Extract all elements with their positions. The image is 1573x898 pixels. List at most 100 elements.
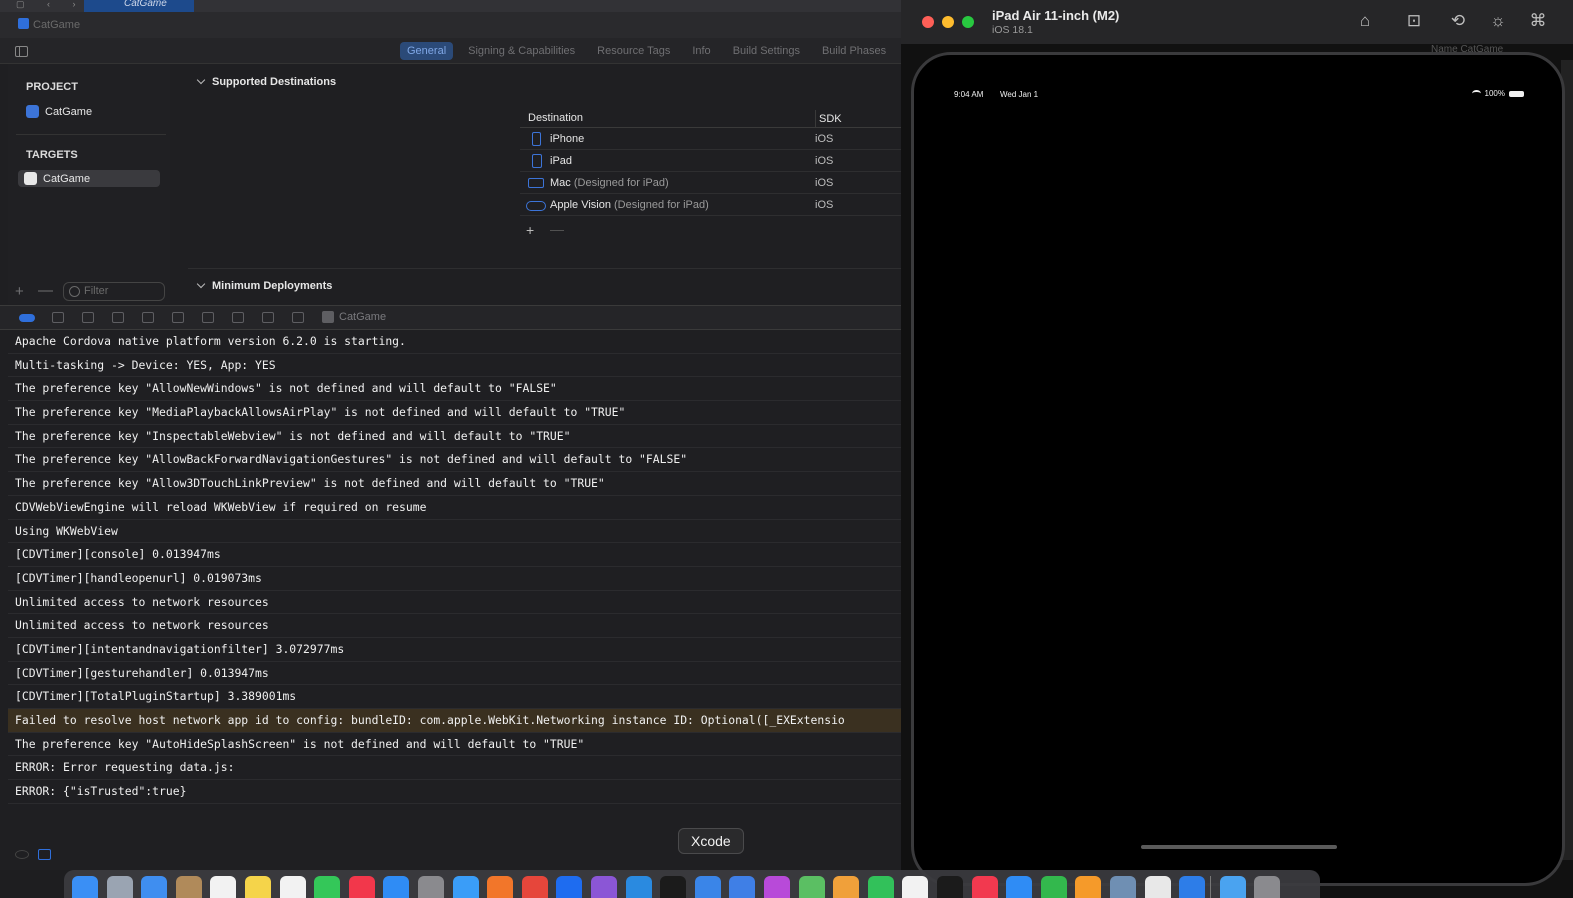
destinations-table: Destination SDK iPhone iOS iPad iOS Mac … [520,110,912,216]
location-arrow-icon[interactable] [292,312,304,323]
destination-sdk: iOS [815,155,834,167]
calendar-icon[interactable] [210,876,237,898]
view-hierarchy-icon[interactable] [172,312,184,323]
pages-icon[interactable] [1075,876,1102,898]
step-over-icon[interactable] [82,312,94,323]
minimum-deployments-header[interactable]: Minimum Deployments [196,279,332,292]
keynote-icon[interactable] [1006,876,1033,898]
target-icon [322,311,334,323]
debug-target[interactable]: CatGame [322,311,386,323]
project-item-label: CatGame [45,105,93,118]
console-output[interactable]: Apache Cordova native platform version 6… [8,330,912,850]
table-row[interactable]: iPad iOS [520,150,912,172]
notes-icon[interactable] [245,876,271,898]
appletv-icon[interactable] [937,876,963,898]
screenshot-icon[interactable]: ⊡ [1403,11,1425,31]
tab-build-settings[interactable]: Build Settings [726,42,807,60]
chevron-down-icon [196,279,206,289]
home-icon[interactable]: ⌂ [1354,11,1376,31]
table-row[interactable]: iPhone iOS [520,128,912,150]
remove-destination-button[interactable]: — [550,221,564,237]
remove-target-button[interactable]: — [38,282,53,299]
affinity-icon[interactable] [764,876,790,898]
project-item[interactable]: CatGame [26,105,92,118]
downloads-folder-icon[interactable] [1219,876,1246,898]
editor-tab-bar: General Signing & Capabilities Resource … [0,38,912,64]
xcode-icon[interactable] [694,876,721,898]
console-line: Apache Cordova native platform version 6… [8,330,912,354]
zoom-button[interactable] [962,16,974,28]
console-line: [CDVTimer][TotalPluginStartup] 3.389001m… [8,685,912,709]
contacts-icon[interactable] [175,876,202,898]
simulator-icon[interactable] [1179,876,1206,898]
sidebar-toggle-icon[interactable] [15,46,28,57]
destination-label: iPad [550,155,573,167]
dropbox-icon[interactable] [556,876,583,898]
minimize-button[interactable] [942,16,954,28]
freeform-icon[interactable] [902,876,929,898]
news-icon[interactable] [348,876,375,898]
vscode-icon[interactable] [625,876,652,898]
ipad-screen[interactable]: 9:04 AM Wed Jan 1 100% [918,59,1558,879]
status-right: 100% [1471,89,1524,98]
eye-icon[interactable] [15,850,29,859]
tab-signing-capabilities[interactable]: Signing & Capabilities [461,42,582,60]
console-line: The preference key "InspectableWebview" … [8,425,912,449]
battery-icon [1509,90,1524,97]
firefox-icon[interactable] [487,876,514,898]
filter-placeholder: Filter [84,285,109,297]
trash-icon[interactable] [1254,876,1281,898]
textedit-icon[interactable] [1144,876,1171,898]
tab-build-phases[interactable]: Build Phases [815,42,893,60]
facetime-icon[interactable] [867,876,894,898]
target-item[interactable]: CatGame [18,170,160,187]
tab-resource-tags[interactable]: Resource Tags [590,42,677,60]
instruments-icon[interactable] [729,876,756,898]
mail-icon[interactable] [141,876,168,898]
console-line: [CDVTimer][handleopenurl] 0.019073ms [8,567,912,591]
supported-destinations-header[interactable]: Supported Destinations [196,75,336,88]
battery-percent: 100% [1484,89,1505,98]
filter-options-icon[interactable] [38,849,51,860]
table-row[interactable]: Apple Vision (Designed for iPad) iOS [520,194,912,216]
visual-studio-icon[interactable] [591,876,617,898]
finder-icon[interactable] [72,876,98,898]
simulate-location-icon[interactable] [262,312,274,323]
tab-info[interactable]: Info [685,42,717,60]
reminders-icon[interactable] [279,876,306,898]
appearance-icon[interactable]: ☼ [1487,11,1509,31]
pause-icon[interactable] [52,312,64,323]
filter-input[interactable]: Filter [63,282,165,301]
step-out-icon[interactable] [142,312,154,323]
preview-icon[interactable] [1110,876,1136,898]
breadcrumb[interactable]: CatGame [18,18,80,31]
xcode-window-tab[interactable]: CatGame [84,0,194,12]
chrome-icon[interactable] [521,876,548,898]
safari-icon[interactable] [452,876,479,898]
step-into-icon[interactable] [112,312,124,323]
appstore-icon[interactable] [383,876,410,898]
messages-icon[interactable] [314,876,341,898]
table-row[interactable]: Mac (Designed for iPad) iOS [520,172,912,194]
maps-icon[interactable] [798,876,825,898]
targets-header: TARGETS [26,149,78,161]
add-destination-button[interactable]: + [526,222,534,238]
nav-arrows[interactable]: ▢ ‹ › [16,0,86,9]
add-target-button[interactable]: + [15,283,24,300]
music-icon[interactable] [971,876,998,898]
debug-area-toggle-icon[interactable] [19,314,35,322]
tab-general[interactable]: General [400,42,454,60]
environment-overrides-icon[interactable] [232,312,244,323]
close-button[interactable] [922,16,934,28]
project-icon [18,18,29,29]
numbers-icon[interactable] [1040,876,1067,898]
command-icon[interactable]: ⌘ [1527,11,1549,31]
memory-graph-icon[interactable] [202,312,214,323]
console-line: Unlimited access to network resources [8,614,912,638]
terminal-icon[interactable] [660,876,687,898]
system-settings-icon[interactable] [418,876,444,898]
photos-icon[interactable] [833,876,860,898]
rotate-icon[interactable]: ⟲ [1447,11,1469,31]
launchpad-icon[interactable] [106,876,133,898]
home-indicator[interactable] [1141,845,1337,849]
